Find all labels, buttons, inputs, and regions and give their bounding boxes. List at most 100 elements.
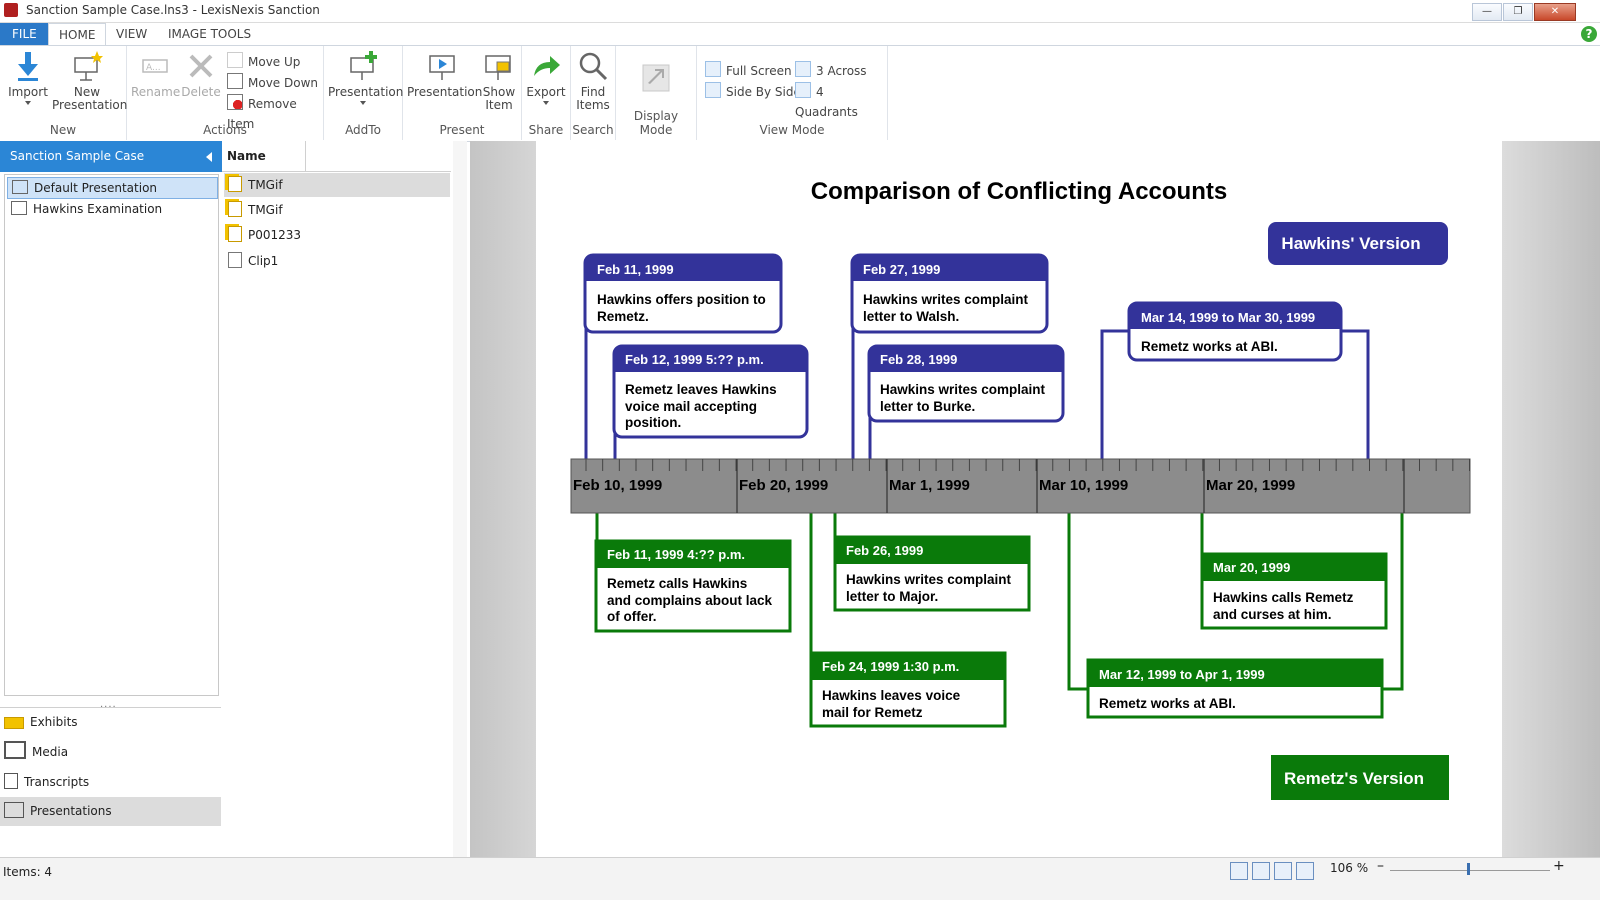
name-column-header[interactable]: Name <box>222 141 306 172</box>
image-file-icon <box>228 201 242 217</box>
group-share: Export Share <box>522 46 571 140</box>
title-bar: Sanction Sample Case.lns3 - LexisNexis S… <box>0 0 1600 23</box>
item-row[interactable]: P001233 <box>224 223 450 247</box>
nav-exhibits-label: Exhibits <box>30 715 78 729</box>
svg-text:Remetz leaves Hawkins: Remetz leaves Hawkins <box>625 382 777 397</box>
fit-all-icon[interactable] <box>1230 862 1248 880</box>
rename-button[interactable]: A... Rename <box>131 50 181 99</box>
tab-home[interactable]: HOME <box>48 23 107 46</box>
show-item-icon <box>483 50 515 82</box>
zoom-level: 106 % <box>1330 861 1369 875</box>
nav-transcripts[interactable]: Transcripts <box>0 768 221 797</box>
transcript-icon <box>4 773 18 789</box>
svg-text:voice mail accepting: voice mail accepting <box>625 399 757 414</box>
axis-label-feb20: Feb 20, 1999 <box>739 477 828 494</box>
nav-presentations-label: Presentations <box>30 804 112 818</box>
group-view-mode: Full Screen Side By Side 3 Across 4 Quad… <box>697 46 888 140</box>
remove-item-button[interactable]: Remove Item <box>227 94 323 131</box>
group-label-addto: AddTo <box>345 123 381 137</box>
new-presentation-button[interactable]: New Presentation <box>52 50 127 112</box>
full-screen-button[interactable]: Full Screen <box>705 61 792 81</box>
items-panel: Name TMGif TMGif P001233 Clip1 <box>222 141 467 857</box>
nav-exhibits[interactable]: Exhibits <box>0 708 221 737</box>
rename-icon: A... <box>139 50 171 82</box>
fit-height-icon[interactable] <box>1274 862 1292 880</box>
nav-media[interactable]: Media <box>0 738 221 767</box>
svg-text:position.: position. <box>625 415 681 430</box>
tab-view[interactable]: VIEW <box>106 23 157 45</box>
nav-presentations[interactable]: Presentations <box>0 797 221 826</box>
item-row[interactable]: Clip1 <box>224 249 450 273</box>
fit-width-icon[interactable] <box>1252 862 1270 880</box>
show-item-label-2: Item <box>485 98 513 112</box>
item-row[interactable]: TMGif <box>224 173 450 197</box>
case-panel: Sanction Sample Case Default Presentatio… <box>0 141 223 857</box>
group-label-present: Present <box>439 123 485 137</box>
find-items-label-1: Find <box>580 85 606 99</box>
collapse-arrow-icon[interactable] <box>206 152 212 162</box>
help-icon[interactable]: ? <box>1581 26 1597 42</box>
minimize-button[interactable]: — <box>1472 3 1502 21</box>
zoom-in-button[interactable]: + <box>1553 858 1565 874</box>
svg-text:letter to Major.: letter to Major. <box>846 589 938 604</box>
svg-text:of offer.: of offer. <box>607 609 657 624</box>
film-icon <box>228 252 242 268</box>
hawkins-event-feb11: Feb 11, 1999 Hawkins offers position to … <box>583 253 783 334</box>
side-by-side-button[interactable]: Side By Side <box>705 82 801 102</box>
zoom-slider-thumb[interactable] <box>1467 863 1470 875</box>
three-across-button[interactable]: 3 Across <box>795 61 867 81</box>
new-presentation-icon <box>71 50 103 82</box>
presentation-item-hawkins[interactable]: Hawkins Examination <box>7 199 216 219</box>
magnifier-icon <box>577 50 609 82</box>
maximize-button[interactable]: ❐ <box>1503 3 1533 21</box>
display-mode-button[interactable] <box>638 50 674 98</box>
move-down-button[interactable]: Move Down <box>227 73 318 93</box>
zoom-slider[interactable] <box>1390 870 1550 871</box>
find-items-button[interactable]: Find Items <box>573 50 613 112</box>
svg-text:Hawkins writes complaint: Hawkins writes complaint <box>846 572 1012 587</box>
ribbon: Import New Presentation New A... Rename … <box>0 45 1600 142</box>
ribbon-tabs: FILE HOME VIEW IMAGE TOOLS ? <box>0 23 1600 46</box>
rename-label: Rename <box>131 85 181 99</box>
group-display-mode: Display Mode <box>616 46 697 140</box>
item-row[interactable]: TMGif <box>224 198 450 222</box>
timeline-ruler: Feb 10, 1999 Feb 20, 1999 Mar 1, 1999 Ma… <box>570 458 1471 514</box>
addto-presentation-button[interactable]: Presentation <box>328 50 403 105</box>
hawkins-version-label: Hawkins' Version <box>1281 234 1420 253</box>
axis-label-mar10: Mar 10, 1999 <box>1039 477 1128 494</box>
delete-icon <box>185 50 217 82</box>
addto-presentation-label: Presentation <box>328 85 404 99</box>
exhibits-icon <box>4 717 24 729</box>
items-scrollbar[interactable] <box>453 141 467 857</box>
tab-image-tools[interactable]: IMAGE TOOLS <box>158 23 261 45</box>
present-presentation-button[interactable]: Presentation <box>407 50 482 99</box>
zoom-out-button[interactable]: – <box>1377 858 1384 874</box>
tab-file[interactable]: FILE <box>0 23 49 45</box>
presentation-item-default[interactable]: Default Presentation <box>7 177 218 199</box>
new-presentation-label-2: Presentation <box>52 98 128 112</box>
export-icon <box>530 50 562 82</box>
group-label-share: Share <box>528 123 564 137</box>
move-up-button[interactable]: Move Up <box>227 52 300 72</box>
item-name: Clip1 <box>248 254 279 268</box>
column-header-spacer <box>301 141 451 172</box>
svg-text:Feb 26, 1999: Feb 26, 1999 <box>846 543 923 558</box>
case-header[interactable]: Sanction Sample Case <box>0 141 222 172</box>
show-item-button[interactable]: Show Item <box>479 50 519 112</box>
presentation-list: Default Presentation Hawkins Examination <box>4 174 219 696</box>
three-across-icon <box>795 61 811 77</box>
svg-text:Remetz calls Hawkins: Remetz calls Hawkins <box>607 576 747 591</box>
close-button[interactable]: ✕ <box>1534 3 1576 21</box>
group-label-display-mode: Display Mode <box>633 109 679 137</box>
axis-label-mar1: Mar 1, 1999 <box>889 477 970 494</box>
import-icon <box>12 50 44 82</box>
group-label-actions: Actions <box>203 123 247 137</box>
move-up-icon <box>227 52 243 68</box>
import-button[interactable]: Import <box>6 50 50 105</box>
remove-item-icon <box>227 94 243 110</box>
delete-button[interactable]: Delete <box>179 50 223 99</box>
export-button[interactable]: Export <box>524 50 568 105</box>
actual-size-icon[interactable] <box>1296 862 1314 880</box>
svg-text:Remetz works at ABI.: Remetz works at ABI. <box>1099 696 1236 711</box>
four-quadrants-button[interactable]: 4 Quadrants <box>795 82 887 119</box>
